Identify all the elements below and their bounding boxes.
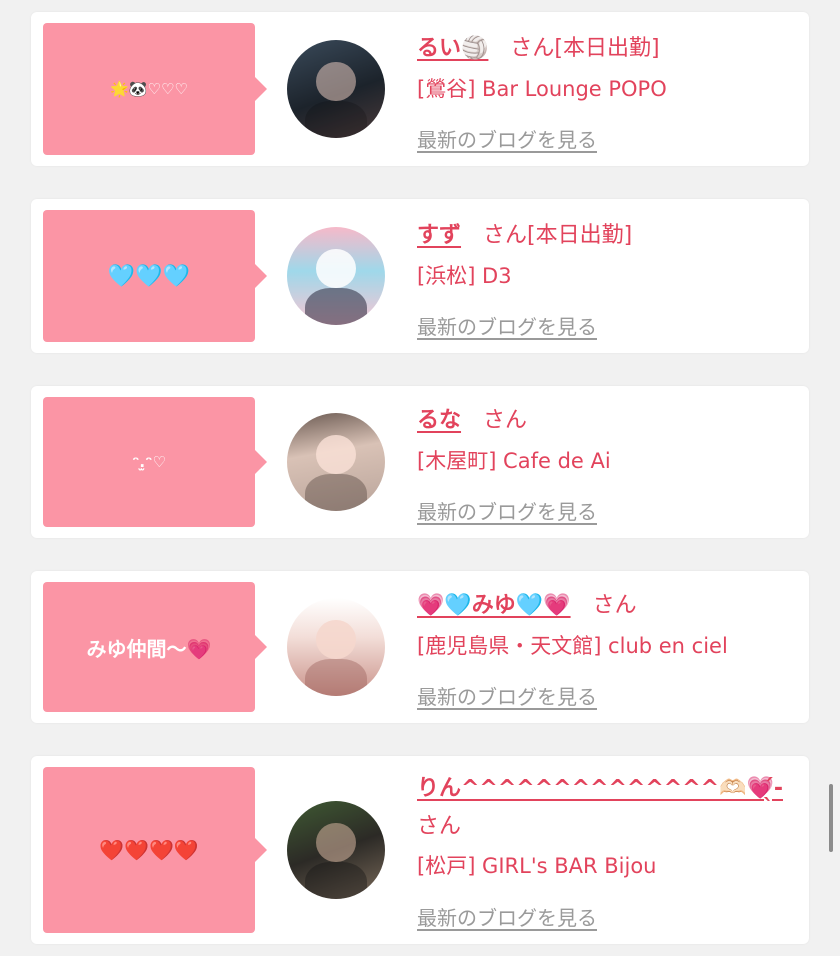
avatar[interactable] bbox=[287, 801, 385, 899]
message-text: ❤️❤️❤️❤️ bbox=[99, 838, 199, 862]
girls-list: 🌟🐼♡♡♡ るい🏐 さん[本日出勤] [鶯谷] Bar Lounge POPO 最… bbox=[0, 0, 840, 956]
avatar[interactable] bbox=[287, 227, 385, 325]
name-line: るな さん bbox=[417, 402, 527, 434]
avatar-face-shape bbox=[316, 248, 356, 288]
honorific: さん bbox=[417, 814, 462, 839]
avatar-face-shape bbox=[316, 822, 356, 862]
message-bubble: みゆ仲間〜💗 bbox=[43, 582, 267, 712]
avatar[interactable] bbox=[287, 598, 385, 696]
cast-name-link[interactable]: るい🏐 bbox=[417, 36, 488, 61]
name-line: 💗🩵みゆ🩵💗 さん bbox=[417, 587, 637, 619]
message-bubble: 🌟🐼♡♡♡ bbox=[43, 23, 267, 155]
name-line: るい🏐 さん[本日出勤] bbox=[417, 30, 660, 62]
avatar-face-shape bbox=[316, 434, 356, 474]
cast-name-link[interactable]: すず bbox=[417, 223, 461, 248]
work-status: [本日出勤] bbox=[554, 36, 660, 61]
avatar-body-shape bbox=[304, 473, 368, 511]
shop-name: [木屋町] Cafe de Ai bbox=[417, 449, 611, 473]
list-item: 🩵🩵🩵 すず さん[本日出勤] [浜松] D3 最新のブログを見る bbox=[31, 199, 809, 353]
avatar-face-shape bbox=[316, 619, 356, 659]
latest-blog-link[interactable]: 最新のブログを見る bbox=[417, 496, 597, 525]
latest-blog-link[interactable]: 最新のブログを見る bbox=[417, 902, 597, 931]
list-item: ᵔ.̫ᵔ♡ るな さん [木屋町] Cafe de Ai 最新のブログを見る bbox=[31, 386, 809, 538]
shop-name: [鹿児島県・天文館] club en ciel bbox=[417, 634, 728, 658]
honorific: さん bbox=[510, 36, 555, 61]
avatar-body-shape bbox=[304, 861, 368, 899]
name-line: りん^^^^^^^^^^^^^^🫶🏻💗̖́- bbox=[417, 770, 783, 802]
honorific-line: さん bbox=[417, 808, 461, 840]
shop-name: [浜松] D3 bbox=[417, 264, 512, 288]
cast-name-link[interactable]: 💗🩵みゆ🩵💗 bbox=[417, 593, 571, 618]
message-text: ᵔ.̫ᵔ♡ bbox=[132, 453, 166, 471]
message-bubble: ❤️❤️❤️❤️ bbox=[43, 767, 267, 933]
scrollbar[interactable] bbox=[829, 784, 833, 852]
shop-name: [松戸] GIRL's BAR Bijou bbox=[417, 854, 657, 878]
message-bubble: ᵔ.̫ᵔ♡ bbox=[43, 397, 267, 527]
latest-blog-link[interactable]: 最新のブログを見る bbox=[417, 311, 597, 340]
avatar-body-shape bbox=[304, 100, 368, 138]
message-bubble: 🩵🩵🩵 bbox=[43, 210, 267, 342]
name-line: すず さん[本日出勤] bbox=[417, 217, 632, 249]
avatar-body-shape bbox=[304, 658, 368, 696]
list-item: 🌟🐼♡♡♡ るい🏐 さん[本日出勤] [鶯谷] Bar Lounge POPO 最… bbox=[31, 12, 809, 166]
list-item: ❤️❤️❤️❤️ りん^^^^^^^^^^^^^^🫶🏻💗̖́- さん [松戸] … bbox=[31, 756, 809, 944]
message-text: みゆ仲間〜💗 bbox=[86, 636, 212, 661]
avatar[interactable] bbox=[287, 40, 385, 138]
cast-name-link[interactable]: るな bbox=[417, 408, 461, 433]
message-text: 🩵🩵🩵 bbox=[107, 263, 191, 289]
avatar-face-shape bbox=[316, 61, 356, 101]
shop-name: [鶯谷] Bar Lounge POPO bbox=[417, 77, 667, 101]
latest-blog-link[interactable]: 最新のブログを見る bbox=[417, 124, 597, 153]
cast-name-link[interactable]: りん^^^^^^^^^^^^^^🫶🏻💗̖́- bbox=[417, 776, 783, 801]
message-text: 🌟🐼♡♡♡ bbox=[110, 80, 188, 98]
honorific: さん bbox=[592, 593, 637, 618]
work-status: [本日出勤] bbox=[527, 223, 633, 248]
avatar-body-shape bbox=[304, 287, 368, 325]
latest-blog-link[interactable]: 最新のブログを見る bbox=[417, 681, 597, 710]
honorific: さん bbox=[483, 408, 528, 433]
avatar[interactable] bbox=[287, 413, 385, 511]
list-item: みゆ仲間〜💗 💗🩵みゆ🩵💗 さん [鹿児島県・天文館] club en ciel … bbox=[31, 571, 809, 723]
honorific: さん bbox=[483, 223, 528, 248]
